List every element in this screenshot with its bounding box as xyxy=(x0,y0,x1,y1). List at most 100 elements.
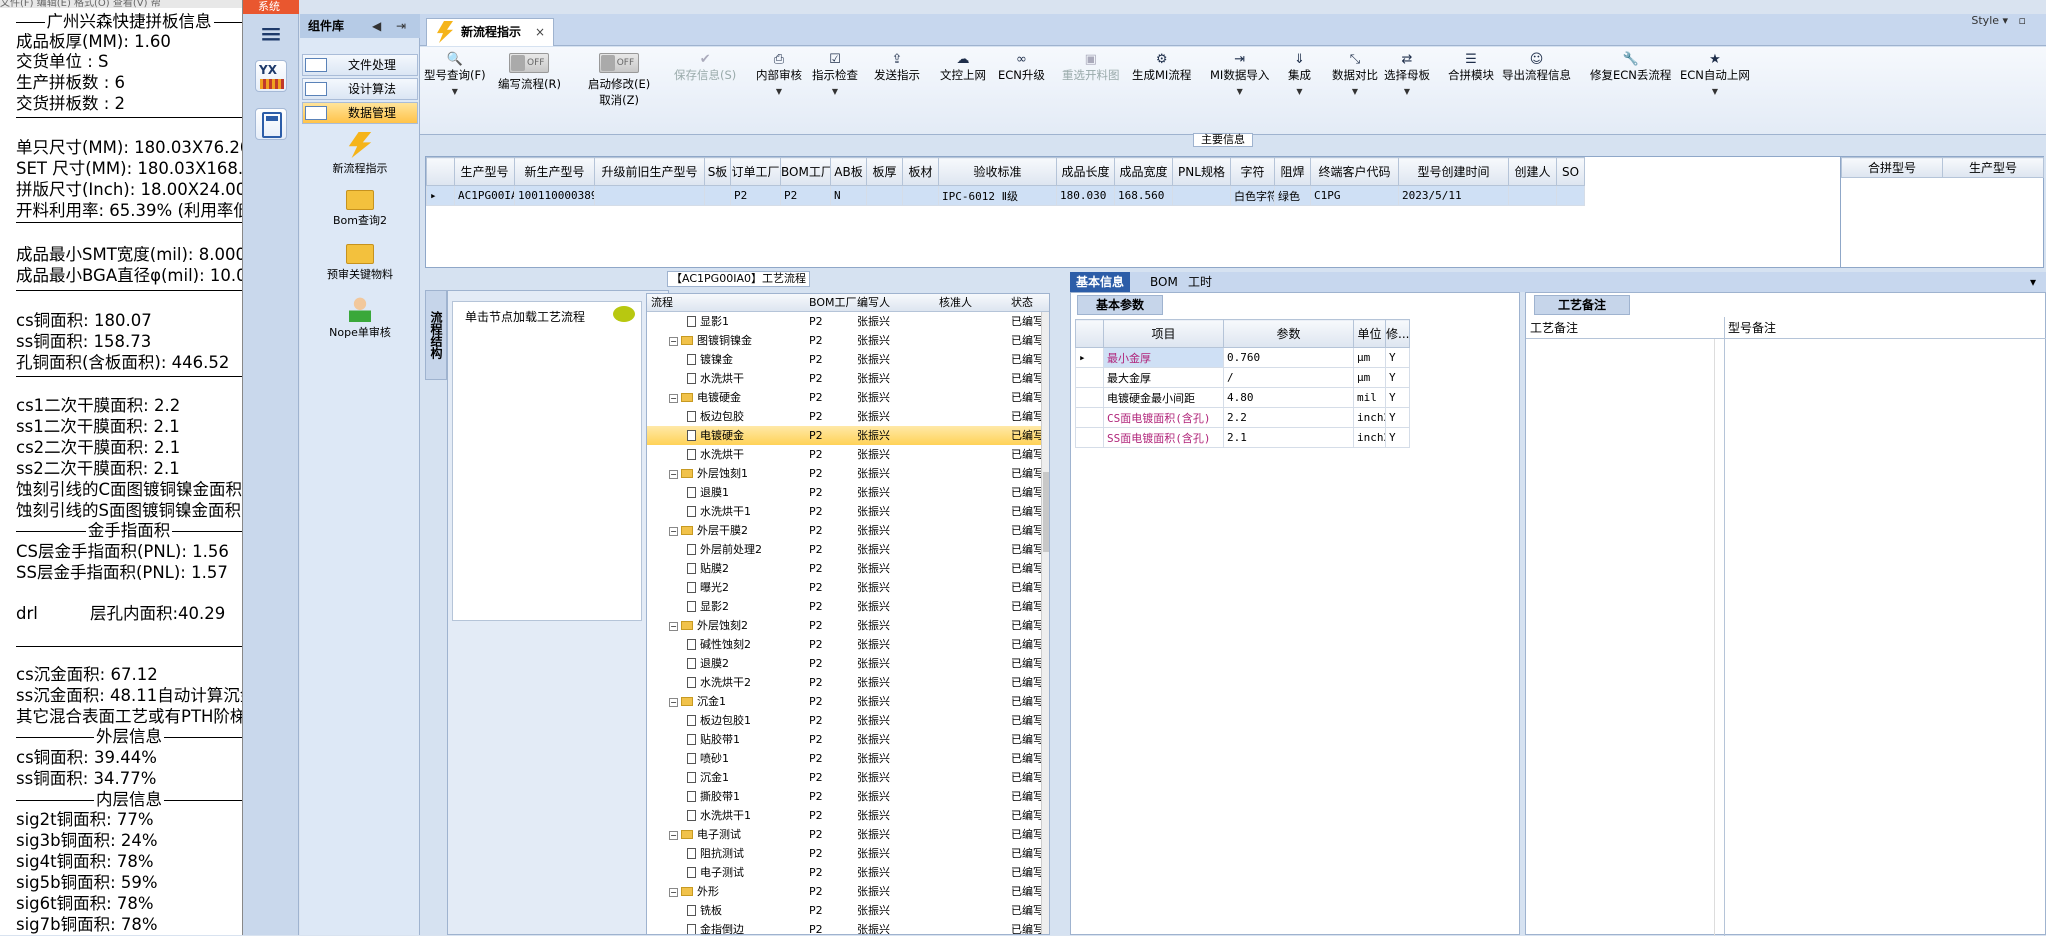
table-cell[interactable]: 2023/5/11 xyxy=(1398,185,1509,206)
collapse-icon[interactable]: − xyxy=(669,527,678,536)
column-header[interactable]: 单位 xyxy=(1353,319,1386,348)
collapse-left-icon[interactable]: ◀ xyxy=(372,14,381,38)
toolbar-button-7[interactable]: ☁ 文控上网 xyxy=(940,53,986,83)
tab-basic-info[interactable]: 基本信息 xyxy=(1070,272,1131,292)
menu-icon[interactable]: ≡ xyxy=(253,20,289,50)
toolbar-button-2[interactable]: OFF 启动修改(E) 取消(Z) xyxy=(588,53,650,108)
collapse-icon[interactable]: − xyxy=(669,394,678,403)
tree-row[interactable]: 电子测试 P2 张振兴 已编写 xyxy=(647,863,1044,882)
tab-work-hours[interactable]: 工时 xyxy=(1182,272,1218,292)
chevron-down-icon[interactable]: ▼ xyxy=(1288,83,1311,101)
column-header[interactable]: 成品长度 xyxy=(1056,157,1115,186)
tree-row[interactable]: 退膜2 P2 张振兴 已编写 xyxy=(647,654,1044,673)
column-header[interactable]: 合拼型号 xyxy=(1841,157,1943,178)
pin-icon[interactable]: ⇥ xyxy=(396,14,406,38)
table-cell[interactable]: P2 xyxy=(780,185,831,206)
toolbar-button-4[interactable]: ⎙ 内部审核 ▼ xyxy=(756,53,802,101)
flow-structure-tab[interactable]: 流程结构 xyxy=(425,290,447,380)
table-cell[interactable]: IPC-6012 Ⅱ级 xyxy=(938,185,1057,206)
collapse-icon[interactable]: − xyxy=(669,470,678,479)
process-tree[interactable]: 流程 BOM工厂 编写人 核准人 状态 显影1 P2 张振兴 已编写 − 图镀铜镍金 P2 张… xyxy=(646,293,1050,935)
tree-row[interactable]: 电镀硬金 P2 张振兴 已编写 xyxy=(647,426,1044,445)
tool-new-flow[interactable]: 新流程指示 xyxy=(310,132,410,176)
param-item[interactable]: 最大金厚 xyxy=(1103,367,1224,388)
table-cell[interactable] xyxy=(704,185,731,206)
chevron-down-icon[interactable]: ▼ xyxy=(1332,83,1378,101)
tree-row[interactable]: 外层前处理2 P2 张振兴 已编写 xyxy=(647,540,1044,559)
column-header[interactable]: 新生产型号 xyxy=(514,157,595,186)
comp-item-file[interactable]: 文件处理 xyxy=(302,54,418,76)
tree-row[interactable]: − 外层蚀刻2 P2 张振兴 已编写 xyxy=(647,616,1044,635)
table-cell[interactable]: P2 xyxy=(730,185,781,206)
tree-row[interactable]: − 外层干膜2 P2 张振兴 已编写 xyxy=(647,521,1044,540)
notes-tab[interactable]: 工艺备注 xyxy=(1534,295,1630,315)
close-icon[interactable]: × xyxy=(535,19,545,45)
tree-row[interactable]: − 外层蚀刻1 P2 张振兴 已编写 xyxy=(647,464,1044,483)
table-cell[interactable]: 10011000038942 xyxy=(514,185,595,206)
param-value[interactable]: 2.1 xyxy=(1223,427,1354,448)
table-cell[interactable] xyxy=(902,185,939,206)
collapse-icon[interactable]: − xyxy=(669,888,678,897)
column-header[interactable]: S板 xyxy=(704,157,731,186)
column-header[interactable]: 成品宽度 xyxy=(1114,157,1173,186)
column-header[interactable]: 参数 xyxy=(1223,319,1354,348)
yx-logo-icon[interactable]: YX xyxy=(255,60,287,92)
tree-row[interactable]: − 图镀铜镍金 P2 张振兴 已编写 xyxy=(647,331,1044,350)
param-value[interactable]: 4.80 xyxy=(1223,387,1354,408)
column-header[interactable]: 升级前旧生产型号 xyxy=(594,157,705,186)
toolbar-button-12[interactable]: ⇓ 集成 ▼ xyxy=(1288,53,1311,101)
column-header[interactable]: 订单工厂 xyxy=(730,157,781,186)
tree-row[interactable]: 显影1 P2 张振兴 已编写 xyxy=(647,312,1044,331)
tree-row[interactable]: 碱性蚀刻2 P2 张振兴 已编写 xyxy=(647,635,1044,654)
collapse-icon[interactable]: − xyxy=(669,622,678,631)
column-header[interactable]: 板厚 xyxy=(866,157,903,186)
column-header[interactable]: 修... xyxy=(1385,319,1410,348)
param-row[interactable]: CS面电镀面积(含孔)2.2inch2Y xyxy=(1075,407,1410,428)
column-header[interactable]: 创建人 xyxy=(1508,157,1557,186)
table-cell[interactable]: 180.030 xyxy=(1056,185,1115,206)
tree-row[interactable]: 撕胶带1 P2 张振兴 已编写 xyxy=(647,787,1044,806)
tree-row[interactable]: 板边包胶1 P2 张振兴 已编写 xyxy=(647,711,1044,730)
tree-row[interactable]: 铣板 P2 张振兴 已编写 xyxy=(647,901,1044,920)
column-header[interactable]: 项目 xyxy=(1103,319,1224,348)
tool-bom-query[interactable]: Bom查询2 xyxy=(310,190,410,228)
tree-row[interactable]: 金指倒边 P2 张振兴 已编写 xyxy=(647,920,1044,934)
toolbar-button-5[interactable]: ☑ 指示检查 ▼ xyxy=(812,53,858,101)
param-item[interactable]: 电镀硬金最小间距 xyxy=(1103,387,1224,408)
param-item[interactable]: SS面电镀面积(含孔) xyxy=(1103,427,1224,448)
chevron-down-icon[interactable]: ▼ xyxy=(812,83,858,101)
toolbar-button-16[interactable]: ☺ 导出流程信息 xyxy=(1502,53,1571,83)
toolbar-button-17[interactable]: 🔧 修复ECN丢流程 xyxy=(1590,53,1671,83)
column-header[interactable]: 生产型号 xyxy=(1942,157,2044,178)
param-item[interactable]: CS面电镀面积(含孔) xyxy=(1103,407,1224,428)
column-header[interactable]: PNL规格 xyxy=(1172,157,1231,186)
toolbar-button-13[interactable]: ⤡ 数据对比 ▼ xyxy=(1332,53,1378,101)
model-grid[interactable]: 生产型号 新生产型号 升级前旧生产型号 S板 订单工厂 BOM工厂 AB板 板厚 板材 验收标准成… xyxy=(425,156,1843,268)
toolbar-button-0[interactable]: 🔍 型号查询(F) ▼ xyxy=(424,53,486,101)
param-value[interactable]: / xyxy=(1223,367,1354,388)
table-cell[interactable]: N xyxy=(830,185,867,206)
tree-row[interactable]: 贴胶带1 P2 张振兴 已编写 xyxy=(647,730,1044,749)
tree-row[interactable]: − 外形 P2 张振兴 已编写 xyxy=(647,882,1044,901)
param-row[interactable]: 电镀硬金最小间距 4.80 mil Y xyxy=(1075,387,1410,408)
tree-row[interactable]: 水洗烘干2 P2 张振兴 已编写 xyxy=(647,673,1044,692)
top-menu[interactable]: 文件(F) 编辑(E) 格式(O) 查看(V) 帮 xyxy=(0,0,242,8)
chevron-down-icon[interactable]: ▼ xyxy=(756,83,802,101)
column-header[interactable]: 型号创建时间 xyxy=(1398,157,1509,186)
table-row[interactable]: ▸AC1PG00IA010011000038942P2P2NIPC-6012 Ⅱ… xyxy=(426,185,1585,206)
table-cell[interactable] xyxy=(1172,185,1231,206)
merge-grid[interactable]: 合拼型号 生产型号 xyxy=(1840,156,2044,268)
toolbar-button-10[interactable]: ⚙ 生成MI流程 xyxy=(1132,53,1191,83)
column-header[interactable]: AB板 xyxy=(830,157,867,186)
table-cell[interactable] xyxy=(594,185,705,206)
table-cell[interactable] xyxy=(1508,185,1557,206)
toggle-switch[interactable]: OFF xyxy=(599,53,640,73)
tree-row[interactable]: 板边包胶 P2 张振兴 已编写 xyxy=(647,407,1044,426)
table-cell[interactable]: 168.560 xyxy=(1114,185,1173,206)
tool-nope-review[interactable]: Nope单审核 xyxy=(310,296,410,340)
param-item[interactable]: 最小金厚 xyxy=(1103,347,1224,368)
toolbar-button-8[interactable]: ∞ ECN升级 xyxy=(998,53,1045,83)
calculator-icon[interactable] xyxy=(255,108,287,140)
param-row[interactable]: ▸ 最小金厚 0.760 μm Y xyxy=(1075,347,1410,368)
tree-scrollbar[interactable] xyxy=(1041,312,1049,934)
